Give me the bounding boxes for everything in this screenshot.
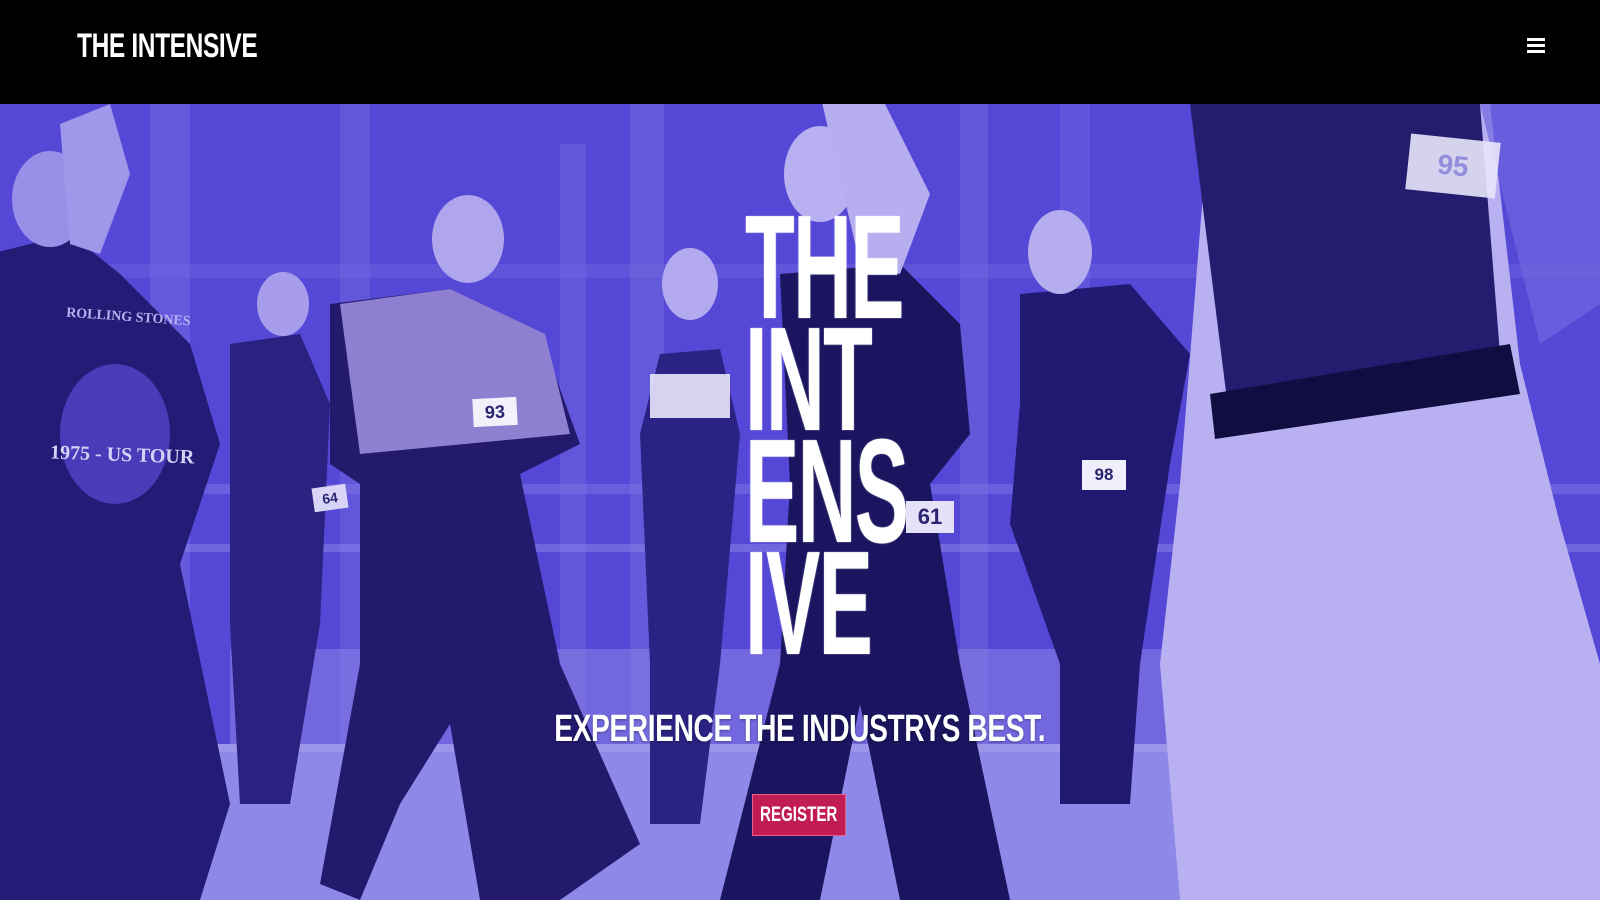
bib-number: 95	[1405, 133, 1501, 199]
hero-title: THE INT ENS IVE	[700, 194, 909, 686]
page: THE INTENSIVE 93 64 61 98 95 ROLLING STO…	[0, 0, 1600, 900]
bib-number: 64	[311, 483, 349, 513]
hamburger-menu-icon[interactable]	[1520, 32, 1552, 60]
register-button[interactable]: REGISTER	[752, 794, 846, 836]
bib-number: 93	[472, 396, 518, 428]
site-header: THE INTENSIVE	[0, 0, 1600, 104]
bib-number: 98	[1082, 460, 1126, 490]
hero-section: 93 64 61 98 95 ROLLING STONES 1975 - US …	[0, 104, 1600, 900]
bib-number: 61	[906, 501, 954, 533]
hero-tagline-text: EXPERIENCE THE INDUSTRYS BEST.	[554, 708, 1046, 750]
hero-tagline: EXPERIENCE THE INDUSTRYS BEST.	[0, 708, 1600, 751]
hero-title-line: IVE	[745, 521, 873, 686]
brand-logo-link[interactable]: THE INTENSIVE	[77, 26, 258, 66]
register-button-label: REGISTER	[760, 803, 838, 826]
